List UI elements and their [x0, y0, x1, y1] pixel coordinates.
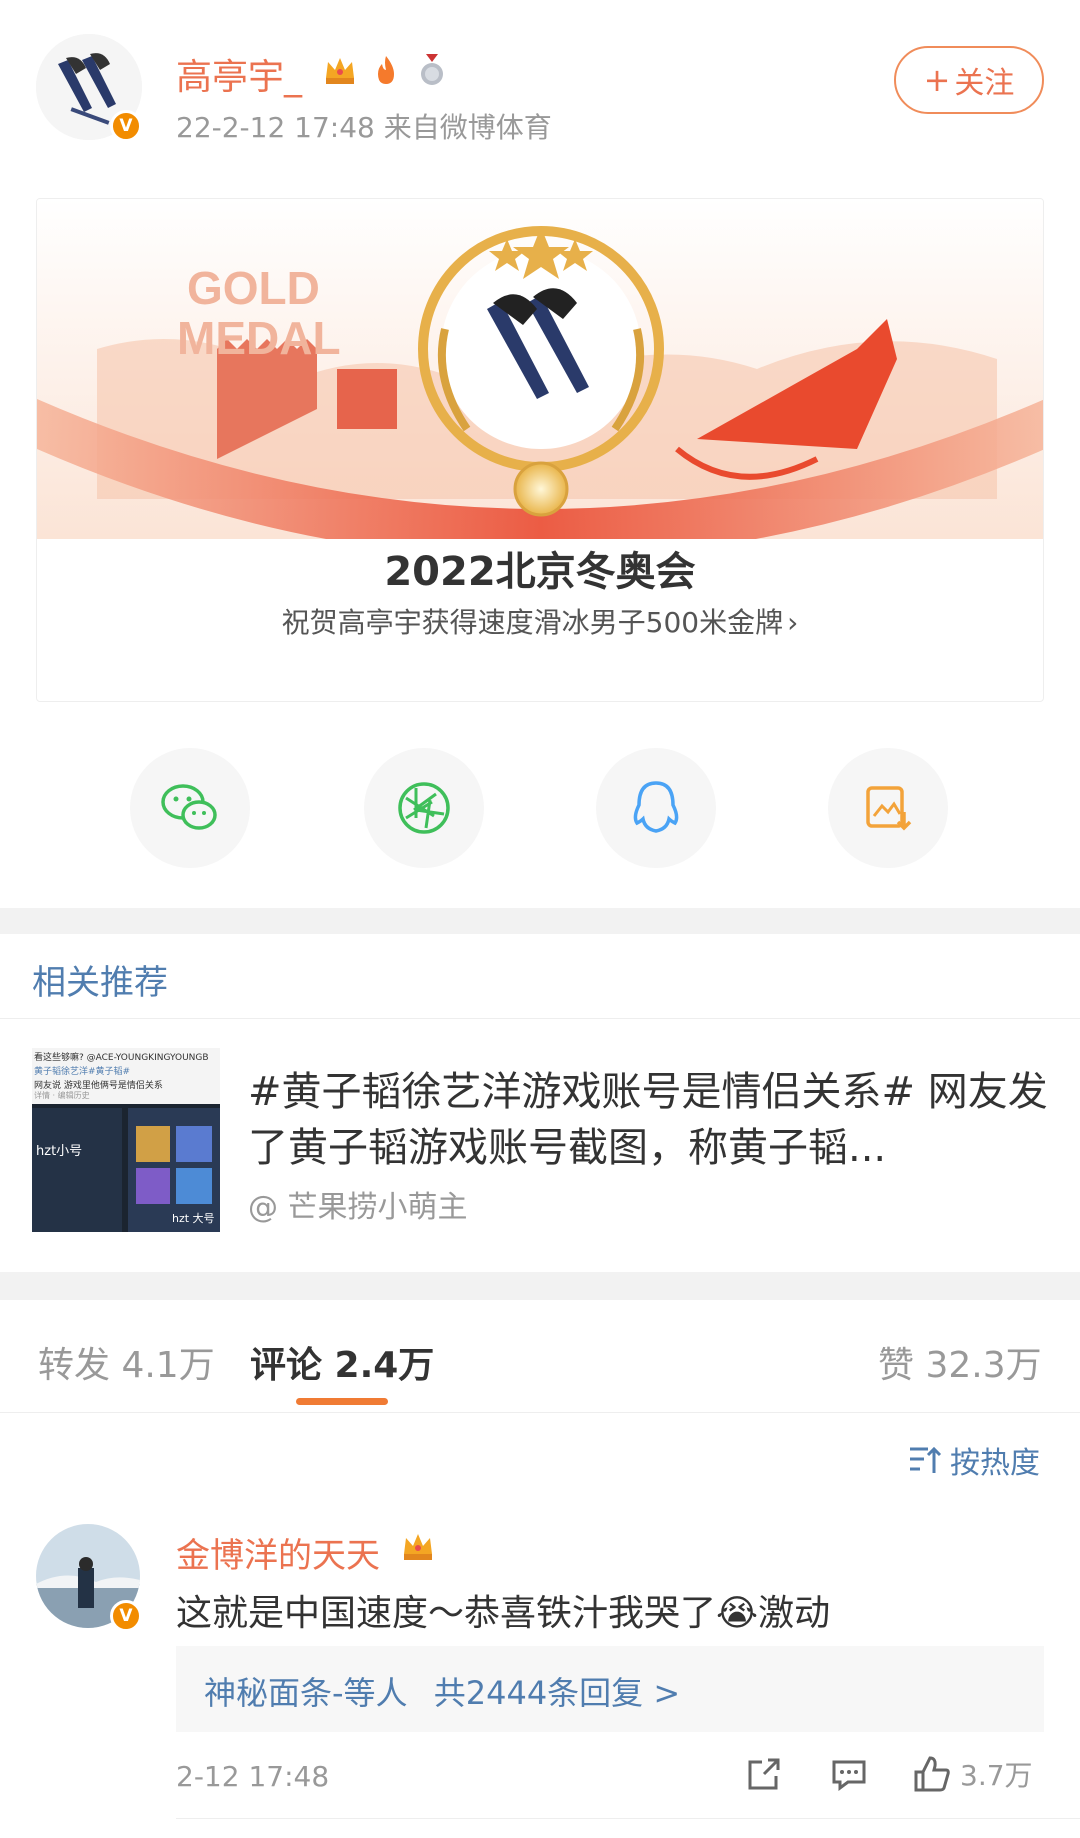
- comment-share-button[interactable]: [744, 1756, 782, 1794]
- sort-by-hot-button[interactable]: 按热度: [908, 1438, 1040, 1482]
- share-moments-button[interactable]: [364, 748, 484, 868]
- tab-repost[interactable]: 转发 4.1万: [38, 1336, 215, 1388]
- crown-badge-icon: [322, 52, 358, 92]
- wechat-icon: [161, 784, 217, 830]
- card-title: 2022北京冬奥会: [384, 549, 696, 595]
- section-divider: [0, 908, 1080, 934]
- medal-badge-icon: [414, 52, 450, 92]
- reply-users: 神秘面条-等人: [204, 1674, 408, 1712]
- share-icon: [748, 1758, 780, 1790]
- comment-icon: [832, 1760, 866, 1791]
- thumb-line-2: 黄子韬徐艺洋#黄子韬#: [34, 1067, 131, 1077]
- reply-preview[interactable]: 神秘面条-等人 共2444条回复 >: [176, 1646, 1044, 1732]
- post-meta: 22-2-12 17:48 来自微博体育: [176, 111, 552, 144]
- fire-badge-icon: [368, 52, 404, 92]
- comment-time: 2-12 17:48: [176, 1760, 330, 1793]
- gold-text: GOLD: [187, 262, 320, 314]
- event-card[interactable]: GOLD MEDAL 2022北京冬奥会 祝贺高亭宇获得速度滑冰男子500米金牌…: [36, 198, 1044, 702]
- section-divider-2: [0, 1272, 1080, 1300]
- related-thumbnail[interactable]: 看这些够嘛? @ACE-YOUNGKINGYOUNGB 黄子韬徐艺洋#黄子韬# …: [32, 1048, 220, 1232]
- medal-text: MEDAL: [177, 312, 341, 364]
- chevron-right-icon: ›: [787, 606, 799, 639]
- comment-divider: [176, 1818, 1080, 1819]
- follow-button[interactable]: + 关注: [894, 46, 1044, 114]
- commenter-verified-icon: V: [110, 1600, 142, 1632]
- thumb-line-4: 详情 · 编辑历史: [34, 1091, 90, 1100]
- comment-like-button[interactable]: 3.7万: [912, 1754, 1033, 1794]
- reply-count: 共2444条回复 >: [433, 1674, 681, 1712]
- comment-reply-button[interactable]: [830, 1756, 868, 1794]
- thumbs-up-icon: [914, 1756, 950, 1792]
- sort-icon: [910, 1446, 942, 1473]
- thumb-top-text: 看这些够嘛? @ACE-YOUNGKINGYOUNGB: [34, 1053, 209, 1063]
- user-badges: [322, 52, 450, 92]
- related-divider: [0, 1018, 1080, 1019]
- comment-text: 这就是中国速度～恭喜铁汁我哭了😭激动: [176, 1593, 831, 1634]
- thumb-label-1: hzt小号: [36, 1144, 83, 1159]
- tab-comment[interactable]: 评论 2.4万: [250, 1336, 434, 1388]
- share-qq-button[interactable]: [596, 748, 716, 868]
- tab-active-underline: [296, 1398, 388, 1405]
- card-subtitle: 祝贺高亭宇获得速度滑冰男子500米金牌 ›: [281, 606, 799, 639]
- related-section-title: 相关推荐: [32, 963, 168, 1003]
- save-image-button[interactable]: [828, 748, 948, 868]
- moments-icon: [398, 782, 450, 834]
- commenter-name[interactable]: 金博洋的天天: [176, 1528, 380, 1577]
- author-name[interactable]: 高亭宇_: [176, 48, 302, 100]
- save-image-icon: [866, 786, 912, 831]
- commenter-crown-icon: [400, 1528, 436, 1568]
- tabs-divider: [0, 1412, 1080, 1413]
- tab-like[interactable]: 赞 32.3万: [878, 1336, 1042, 1388]
- verified-badge-icon: V: [110, 110, 142, 142]
- gold-medal-banner: GOLD MEDAL: [37, 199, 1043, 539]
- qq-icon: [633, 781, 679, 833]
- thumb-label-2: hzt 大号: [172, 1212, 215, 1225]
- like-count: 3.7万: [960, 1759, 1033, 1792]
- plus-icon: +: [923, 61, 951, 99]
- related-post-text[interactable]: #黄子韬徐艺洋游戏账号是情侣关系# 网友发了黄子韬游戏账号截图，称黄子韬...: [248, 1064, 1048, 1176]
- related-post-author[interactable]: @ 芒果捞小萌主: [248, 1182, 468, 1226]
- share-wechat-button[interactable]: [130, 748, 250, 868]
